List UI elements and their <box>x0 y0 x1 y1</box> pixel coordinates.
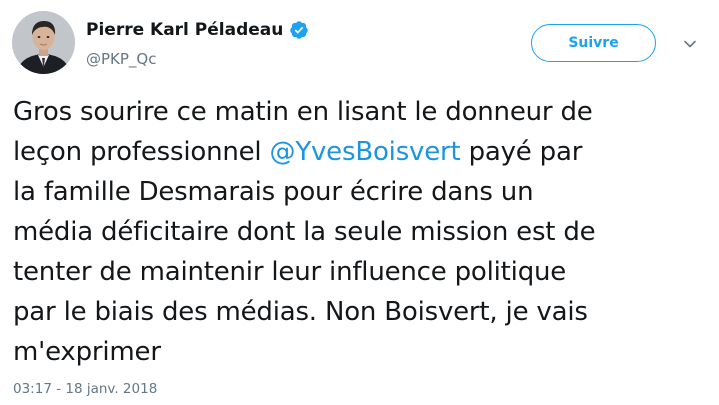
tweet-text-segment: payé par <box>460 137 583 167</box>
tweet-text-line: média déficitaire dont la seule mission … <box>13 217 596 247</box>
tweet-card: Pierre Karl Péladeau @PKP_Qc Suivre Gros… <box>0 0 719 405</box>
tweet-text-line: tenter de maintenir leur influence polit… <box>13 257 567 287</box>
author-display-name[interactable]: Pierre Karl Péladeau <box>86 20 283 40</box>
tweet-text-line: la famille Desmarais pour écrire dans un <box>13 177 534 207</box>
avatar[interactable] <box>12 11 75 74</box>
author-handle[interactable]: @PKP_Qc <box>86 50 156 68</box>
tweet-text-segment: leçon professionnel <box>13 137 270 167</box>
author-name-row: Pierre Karl Péladeau <box>86 18 309 42</box>
follow-button[interactable]: Suivre <box>531 24 656 62</box>
tweet-timestamp[interactable]: 03:17 - 18 janv. 2018 <box>13 381 157 397</box>
chevron-down-icon[interactable] <box>683 36 697 50</box>
verified-badge-icon <box>289 20 309 40</box>
tweet-text-line: Gros sourire ce matin en lisant le donne… <box>13 97 593 127</box>
profile-photo <box>12 11 75 74</box>
tweet-text-line: leçon professionnel @YvesBoisvert payé p… <box>13 132 713 172</box>
mention-link[interactable]: @YvesBoisvert <box>270 137 461 167</box>
tweet-text-line: m'exprimer <box>13 337 161 367</box>
tweet-text: Gros sourire ce matin en lisant le donne… <box>13 92 713 372</box>
tweet-text-line: par le biais des médias. Non Boisvert, j… <box>13 297 588 327</box>
